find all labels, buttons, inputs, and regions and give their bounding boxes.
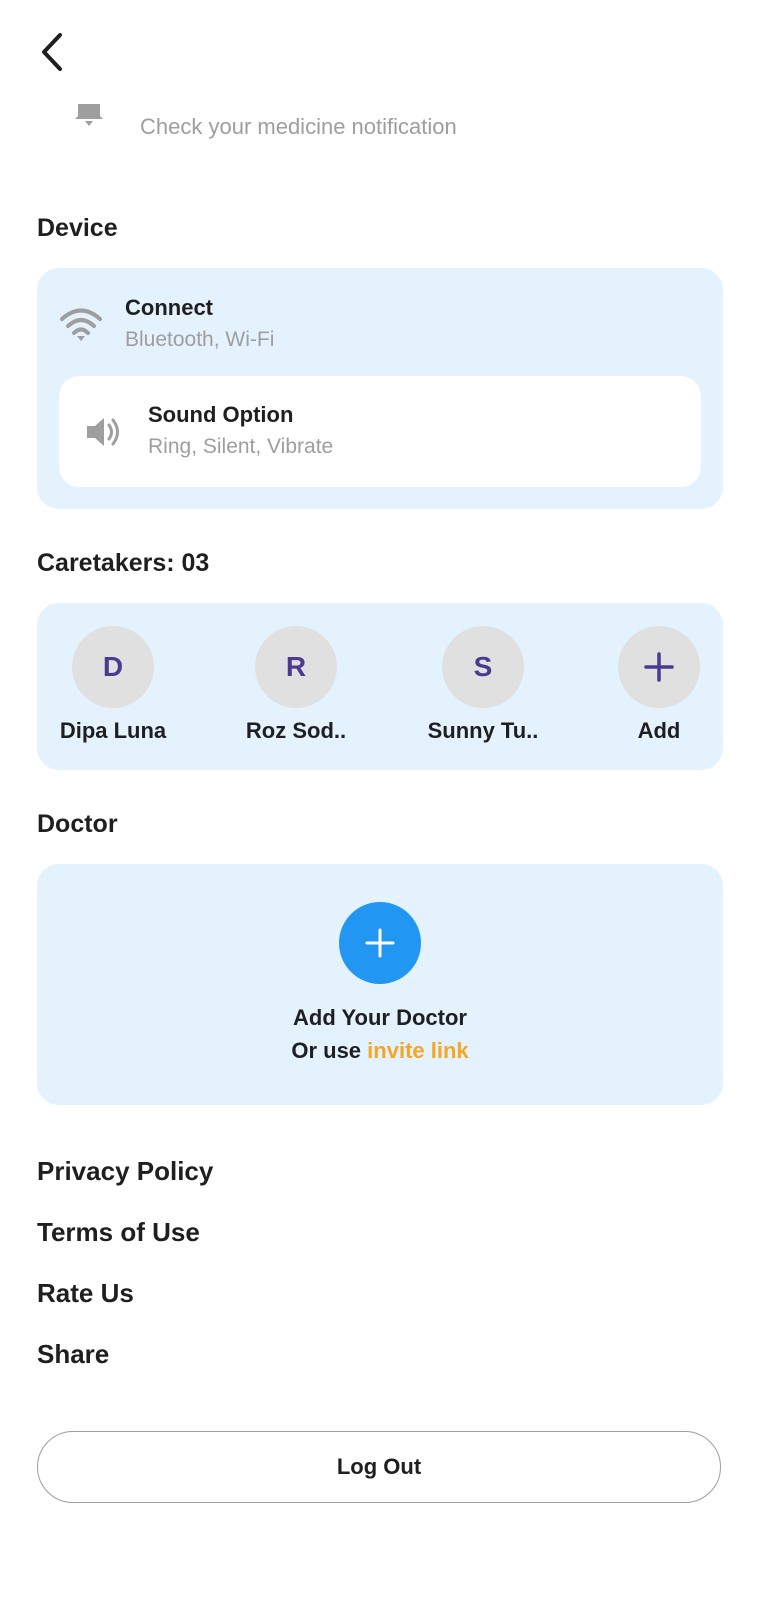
caretaker-avatar[interactable]: D (72, 626, 154, 708)
invite-line: Or use invite link (37, 1038, 723, 1064)
add-caretaker-button[interactable] (618, 626, 700, 708)
device-section-title: Device (37, 214, 118, 242)
privacy-policy-link[interactable]: Privacy Policy (37, 1156, 213, 1187)
plus-icon (644, 652, 674, 682)
invite-link[interactable]: invite link (367, 1038, 468, 1063)
sound-option-title: Sound Option (148, 402, 294, 427)
bell-icon (72, 100, 106, 130)
rate-us-link[interactable]: Rate Us (37, 1278, 134, 1309)
caretaker-avatar[interactable]: S (442, 626, 524, 708)
caretaker-name: Dipa Luna (59, 718, 167, 743)
doctor-section-title: Doctor (37, 810, 118, 838)
chevron-left-icon (42, 33, 62, 71)
connect-subtitle: Bluetooth, Wi-Fi (125, 328, 275, 351)
wifi-icon (58, 304, 104, 344)
speaker-icon (84, 413, 124, 451)
doctor-card (37, 864, 723, 1105)
notification-text: Check your medicine notification (140, 114, 457, 139)
caretaker-name: Roz Sod.. (245, 718, 347, 743)
caretaker-name: Sunny Tu.. (427, 718, 539, 743)
or-use-text: Or use (291, 1038, 362, 1063)
share-link[interactable]: Share (37, 1339, 109, 1370)
caretakers-section-title: Caretakers: 03 (37, 549, 210, 577)
sound-option-subtitle: Ring, Silent, Vibrate (148, 435, 334, 458)
caretaker-avatar[interactable]: R (255, 626, 337, 708)
plus-icon (365, 928, 395, 958)
back-button[interactable] (30, 28, 74, 76)
connect-title: Connect (125, 295, 213, 320)
log-out-button[interactable]: Log Out (37, 1431, 721, 1503)
add-doctor-button[interactable] (339, 902, 421, 984)
add-caretaker-label: Add (637, 718, 681, 743)
sound-option-row[interactable] (59, 376, 701, 487)
add-doctor-label: Add Your Doctor (293, 1005, 467, 1030)
terms-of-use-link[interactable]: Terms of Use (37, 1217, 200, 1248)
